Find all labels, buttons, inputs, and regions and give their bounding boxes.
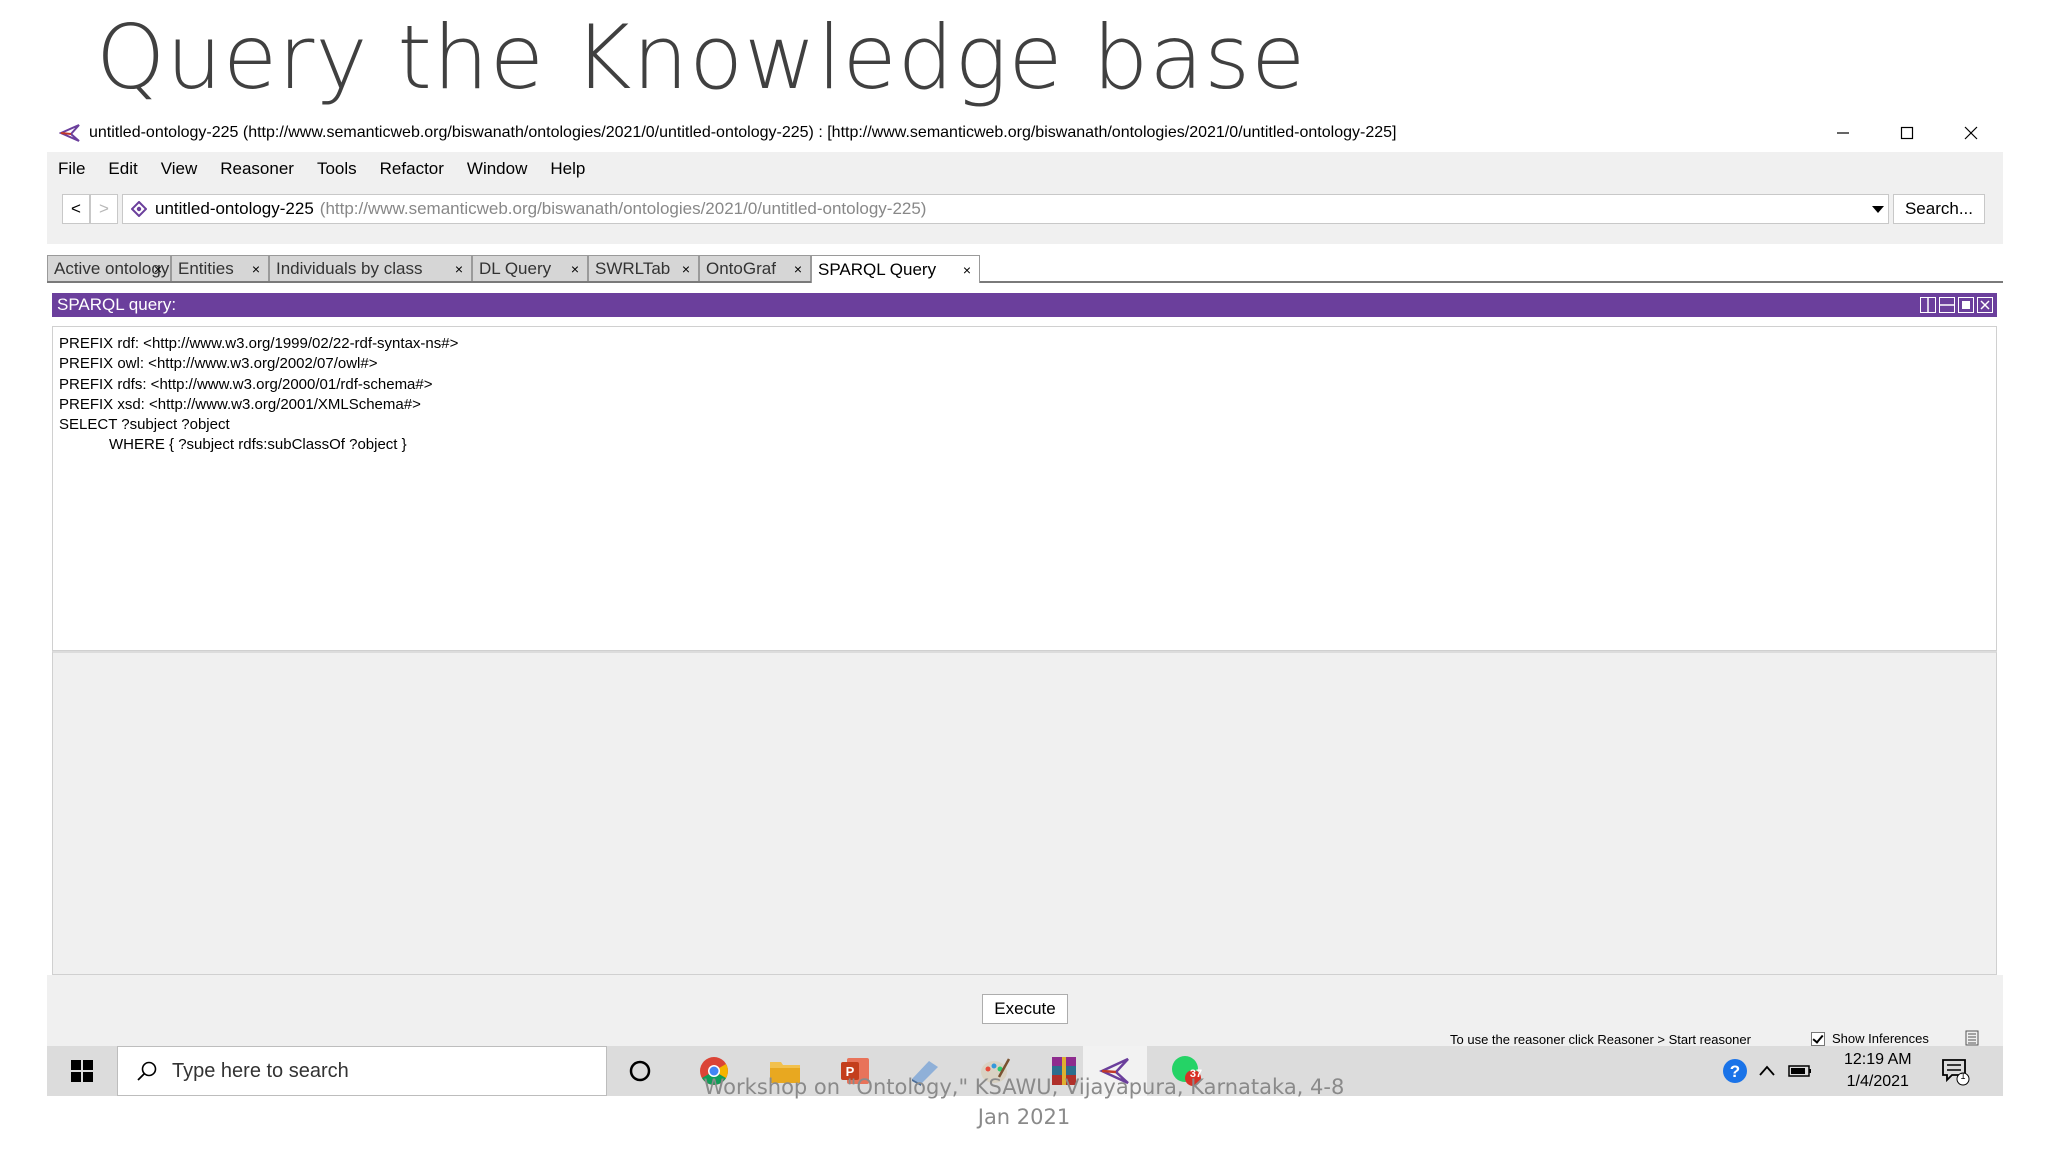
split-vertical-icon[interactable] (1920, 297, 1936, 313)
clock-time: 12:19 AM (1844, 1051, 1912, 1068)
tab-dl-query[interactable]: DL Query × (472, 255, 588, 281)
clock-date: 1/4/2021 (1846, 1073, 1909, 1090)
forward-button[interactable]: > (90, 194, 118, 224)
float-panel-icon[interactable] (1958, 297, 1974, 313)
ontology-selector[interactable]: untitled-ontology-225 (http://www.semant… (122, 194, 1889, 224)
tab-ontograf[interactable]: OntoGraf × (699, 255, 811, 281)
search-icon (137, 1061, 157, 1081)
split-horizontal-glyph (1940, 304, 1954, 306)
ontology-icon (131, 201, 147, 217)
menu-file[interactable]: File (58, 159, 85, 179)
cortana-glyph (629, 1060, 651, 1082)
system-clock[interactable]: 12:19 AM 1/4/2021 (1844, 1049, 1912, 1093)
tab-label: Individuals by class (276, 258, 423, 278)
ontology-navbar: < > untitled-ontology-225 (http://www.se… (47, 186, 2003, 244)
close-panel-icon[interactable] (1977, 297, 1993, 313)
menu-bar: File Edit View Reasoner Tools Refactor W… (47, 152, 2003, 186)
tab-label: Entities (178, 258, 234, 278)
close-panel-glyph (1980, 300, 1990, 310)
tab-close-icon[interactable]: × (252, 261, 260, 277)
split-vertical-glyph (1927, 298, 1929, 312)
log-icon[interactable] (1965, 1030, 1979, 1046)
menu-window[interactable]: Window (467, 159, 527, 179)
menu-edit[interactable]: Edit (108, 159, 137, 179)
tab-individuals-by-class[interactable]: Individuals by class × (269, 255, 472, 281)
tab-active-ontology[interactable]: Active ontology × (47, 255, 171, 281)
close-icon (1964, 126, 1978, 140)
minimize-icon (1837, 132, 1849, 134)
help-glyph: ? (1723, 1059, 1747, 1083)
sparql-panel-header: SPARQL query: (52, 293, 1997, 317)
menu-tools[interactable]: Tools (317, 159, 357, 179)
workspace-tabs: Active ontology × Entities × Individuals… (47, 255, 2003, 283)
split-horizontal-icon[interactable] (1939, 297, 1955, 313)
taskbar-search-box[interactable]: Type here to search (117, 1046, 607, 1096)
tab-sparql-query[interactable]: SPARQL Query × (811, 255, 980, 283)
tab-entities[interactable]: Entities × (171, 255, 269, 281)
help-icon[interactable]: ? (1717, 1053, 1753, 1089)
reasoner-hint: To use the reasoner click Reasoner > Sta… (1450, 1032, 1751, 1047)
protege-window: untitled-ontology-225 (http://www.semant… (47, 114, 2003, 1096)
menu-help[interactable]: Help (550, 159, 585, 179)
tab-label: SPARQL Query (818, 259, 937, 279)
tab-swrltab[interactable]: SWRLTab × (588, 255, 699, 281)
start-button[interactable] (47, 1046, 117, 1096)
tab-close-icon[interactable]: × (794, 261, 802, 277)
window-title: untitled-ontology-225 (http://www.semant… (89, 124, 1397, 141)
slide-title: Query the Knowledge base (96, 6, 1307, 109)
query-results-area (52, 651, 1997, 975)
minimize-button[interactable] (1811, 114, 1875, 152)
maximize-button[interactable] (1875, 114, 1939, 152)
sparql-query-editor[interactable]: PREFIX rdf: <http://www.w3.org/1999/02/2… (52, 326, 1997, 651)
notification-count: 1 (1960, 1071, 1966, 1081)
battery-icon[interactable] (1782, 1053, 1818, 1089)
tab-close-icon[interactable]: × (963, 262, 971, 278)
taskbar-search-placeholder: Type here to search (172, 1059, 349, 1082)
tab-label: SWRLTab (595, 258, 671, 278)
menu-view[interactable]: View (161, 159, 198, 179)
execute-button[interactable]: Execute (982, 994, 1068, 1024)
tab-close-icon[interactable]: × (455, 261, 463, 277)
svg-text:?: ? (1730, 1062, 1740, 1081)
tab-label: DL Query (479, 258, 552, 278)
tab-label: OntoGraf (706, 258, 776, 278)
chevron-up-glyph (1759, 1065, 1775, 1076)
chevron-up-icon[interactable] (1749, 1053, 1785, 1089)
maximize-icon (1900, 126, 1914, 140)
show-inferences-checkbox[interactable] (1811, 1031, 1825, 1046)
tab-close-icon[interactable]: × (682, 261, 690, 277)
cortana-icon[interactable] (622, 1053, 658, 1089)
float-panel-glyph (1962, 301, 1970, 309)
dropdown-arrow-icon[interactable] (1872, 206, 1884, 213)
battery-glyph (1788, 1065, 1811, 1077)
panel-title: SPARQL query: (57, 295, 177, 314)
close-button[interactable] (1939, 114, 2003, 152)
window-titlebar: untitled-ontology-225 (http://www.semant… (47, 114, 2003, 152)
show-inferences-label: Show Inferences (1832, 1031, 1929, 1046)
ontology-iri: (http://www.semanticweb.org/biswanath/on… (319, 199, 927, 218)
footer-line-1: Workshop on "Ontology," KSAWU, Vijayapur… (703, 1075, 1345, 1099)
ontology-name: untitled-ontology-225 (155, 199, 314, 218)
footer-line-2: Jan 2021 (977, 1105, 1071, 1129)
menu-reasoner[interactable]: Reasoner (220, 159, 294, 179)
back-button[interactable]: < (62, 194, 90, 224)
tab-label: Active ontology (54, 258, 170, 278)
windows-logo-icon (71, 1060, 93, 1082)
protege-logo-icon (59, 124, 80, 142)
tab-close-icon[interactable]: × (571, 261, 579, 277)
search-button[interactable]: Search... (1893, 194, 1985, 224)
slide-footer: Workshop on "Ontology," KSAWU, Vijayapur… (700, 1072, 1348, 1132)
tab-close-icon[interactable]: × (154, 261, 162, 277)
menu-refactor[interactable]: Refactor (380, 159, 444, 179)
show-inferences-toggle[interactable]: Show Inferences (1811, 1031, 1929, 1046)
